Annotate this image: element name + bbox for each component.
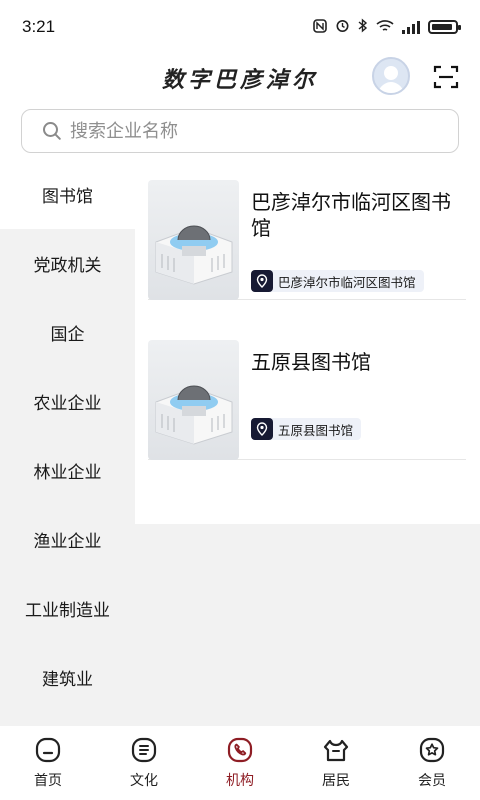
document-icon <box>131 737 157 763</box>
sidebar-item-fishery[interactable]: 渔业企业 <box>0 505 135 574</box>
nav-label: 文化 <box>130 772 158 788</box>
sidebar-item-agriculture[interactable]: 农业企业 <box>0 367 135 436</box>
location-tag-label: 五原县图书馆 <box>278 423 354 438</box>
battery-icon <box>428 20 461 34</box>
status-time: 3:21 <box>22 17 56 36</box>
list-item[interactable]: 五原县图书馆 五原县图书馆 <box>148 320 466 460</box>
org-title: 五原县图书馆 <box>251 352 371 374</box>
location-pin-icon <box>251 418 273 440</box>
search-input[interactable] <box>70 120 410 142</box>
nav-label: 机构 <box>226 772 254 788</box>
sidebar-item-library[interactable]: 图书馆 <box>0 160 135 229</box>
scan-icon <box>433 65 459 89</box>
home-icon <box>35 737 61 763</box>
nav-item-home[interactable]: 首页 <box>0 726 96 800</box>
nav-item-residents[interactable]: 居民 <box>288 726 384 800</box>
search-bar[interactable] <box>21 109 459 153</box>
category-sidebar: 图书馆 党政机关 国企 农业企业 林业企业 渔业企业 工业制造业 建筑业 <box>0 160 135 726</box>
bottom-nav: 首页 文化 机构 居民 会员 <box>0 726 480 800</box>
nav-label: 会员 <box>418 772 446 788</box>
nav-label: 首页 <box>34 772 62 788</box>
sidebar-item-manufacturing[interactable]: 工业制造业 <box>0 574 135 643</box>
location-tag: 巴彦淖尔市临河区图书馆 <box>251 270 424 292</box>
signal-icon <box>402 20 420 34</box>
resident-icon <box>323 739 349 762</box>
member-star-icon <box>419 737 445 763</box>
nav-item-organization[interactable]: 机构 <box>192 726 288 800</box>
battery-fill <box>432 24 452 30</box>
phone-icon <box>227 737 253 763</box>
library-building-image <box>148 180 239 300</box>
status-bar: 3:21 <box>0 0 480 54</box>
location-tag-label: 巴彦淖尔市临河区图书馆 <box>278 275 416 290</box>
sidebar-item-party-government[interactable]: 党政机关 <box>0 229 135 298</box>
location-pin-icon <box>251 270 273 292</box>
library-building-image <box>148 340 239 460</box>
sidebar-item-state-enterprise[interactable]: 国企 <box>0 298 135 367</box>
bluetooth-icon <box>358 18 368 36</box>
content-area: 图书馆 党政机关 国企 农业企业 林业企业 渔业企业 工业制造业 建筑业 巴彦淖… <box>0 160 480 726</box>
nav-item-culture[interactable]: 文化 <box>96 726 192 800</box>
scan-button[interactable] <box>433 64 459 90</box>
library-building-image-svg <box>155 225 233 285</box>
nav-label: 居民 <box>322 772 350 788</box>
nfc-icon <box>313 18 327 36</box>
org-list: 巴彦淖尔市临河区图书馆 巴彦淖尔市临河区图书馆 五原县图书馆 五原县图书馆 <box>135 160 480 524</box>
list-item[interactable]: 巴彦淖尔市临河区图书馆 巴彦淖尔市临河区图书馆 <box>148 160 466 300</box>
wifi-icon <box>376 19 394 36</box>
sidebar-item-construction[interactable]: 建筑业 <box>0 643 135 712</box>
org-title: 巴彦淖尔市临河区图书馆 <box>251 192 451 240</box>
avatar[interactable] <box>372 57 410 95</box>
search-icon <box>43 122 61 140</box>
location-tag: 五原县图书馆 <box>251 418 362 440</box>
status-icons <box>313 18 461 36</box>
alarm-icon <box>335 18 350 36</box>
sidebar-item-forestry[interactable]: 林业企业 <box>0 436 135 505</box>
app-header: 数字巴彦淖尔 <box>0 54 480 102</box>
library-building-image-svg <box>155 385 233 445</box>
nav-item-member[interactable]: 会员 <box>384 726 480 800</box>
